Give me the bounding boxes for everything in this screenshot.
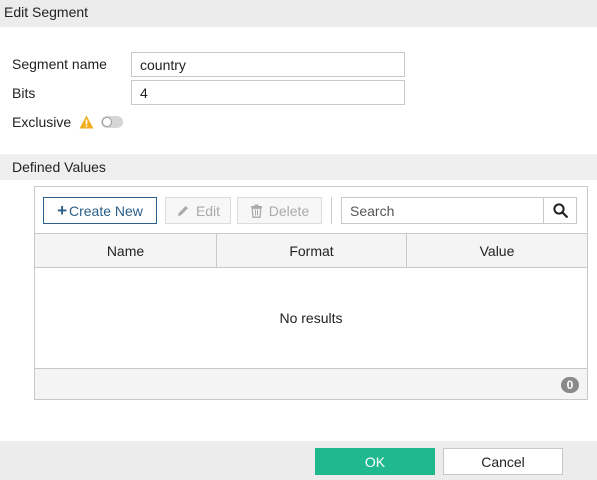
column-header-value[interactable]: Value [407, 234, 587, 267]
delete-label: Delete [268, 202, 310, 219]
plus-icon: + [57, 201, 67, 220]
edit-button[interactable]: Edit [165, 197, 231, 224]
column-header-format[interactable]: Format [217, 234, 407, 267]
column-header-name[interactable]: Name [35, 234, 217, 267]
table-footer: 0 [35, 368, 587, 399]
edit-label: Edit [195, 202, 221, 219]
ok-button[interactable]: OK [315, 448, 435, 475]
exclusive-label: Exclusive [12, 114, 72, 130]
search-input[interactable] [341, 197, 543, 224]
pencil-icon [176, 204, 196, 218]
bits-input[interactable] [131, 80, 405, 105]
exclusive-toggle[interactable] [101, 116, 123, 128]
segment-name-input[interactable] [131, 52, 405, 77]
dialog-title: Edit Segment [4, 4, 89, 20]
defined-values-title: Defined Values [12, 159, 106, 175]
search-button[interactable] [543, 197, 577, 224]
edit-segment-dialog: Edit Segment Segment name Bits Exclusive… [0, 0, 597, 480]
table-toolbar: + Create New Edit Delete Search [35, 187, 587, 233]
empty-results-message: No results [279, 310, 343, 326]
cancel-button[interactable]: Cancel [443, 448, 563, 475]
toggle-knob [102, 117, 112, 127]
toolbar-divider [331, 197, 332, 224]
result-count-badge: 0 [561, 377, 579, 393]
search-icon [552, 203, 568, 218]
defined-values-table: + Create New Edit Delete Search Name For… [34, 186, 588, 400]
delete-button[interactable]: Delete [237, 197, 322, 224]
create-new-label: Create New [69, 202, 143, 219]
segment-name-label: Segment name [12, 56, 107, 72]
create-new-button[interactable]: + Create New [43, 197, 157, 224]
trash-icon [250, 204, 269, 218]
bits-label: Bits [12, 85, 36, 101]
dialog-title-bar: Edit Segment [0, 0, 597, 27]
dialog-footer: OK Cancel [0, 441, 597, 480]
defined-values-section-header: Defined Values [0, 154, 597, 180]
table-header: Name Format Value [35, 233, 587, 268]
warning-triangle-icon [79, 115, 94, 129]
